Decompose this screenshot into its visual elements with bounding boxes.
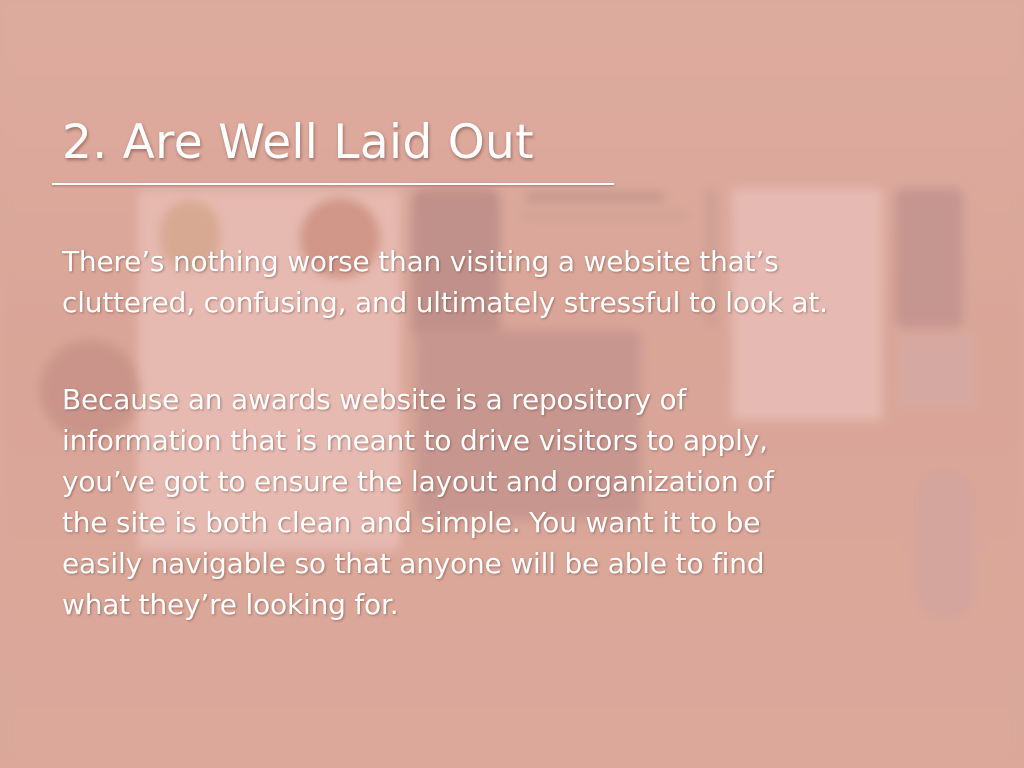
body-paragraph-1: There’s nothing worse than visiting a we… (62, 245, 828, 319)
body-paragraph-2: Because an awards website is a repositor… (62, 383, 774, 621)
title-underline (52, 183, 614, 185)
presentation-slide: 2. Are Well Laid Out There’s nothing wor… (0, 0, 1024, 768)
slide-title: 2. Are Well Laid Out (62, 115, 534, 170)
